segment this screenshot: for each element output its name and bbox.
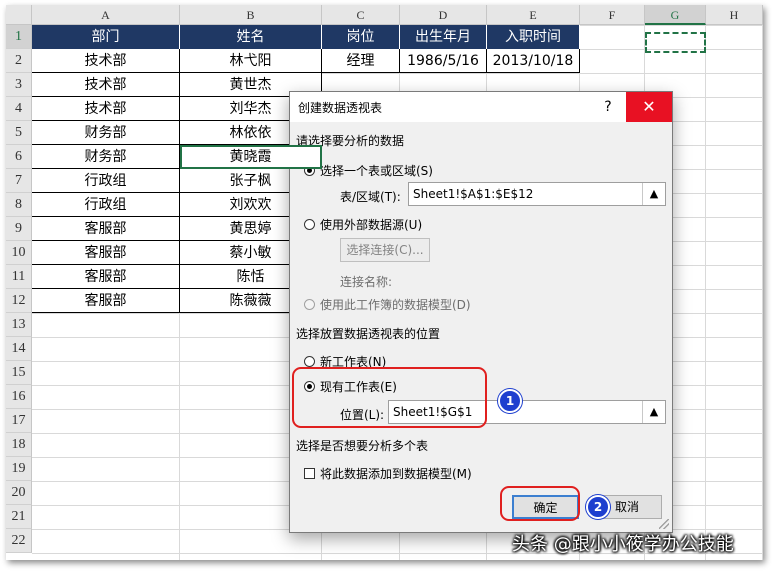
table-cell[interactable]: 技术部: [32, 73, 180, 97]
column-header[interactable]: A: [32, 5, 180, 25]
column-header[interactable]: C: [322, 5, 400, 25]
connection-name-label: 连接名称:: [340, 275, 393, 289]
radio-disabled-icon: [304, 299, 315, 310]
option-external-label: 使用外部数据源(U): [320, 218, 423, 232]
add-to-data-model-checkbox[interactable]: 将此数据添加到数据模型(M): [304, 465, 472, 482]
dialog-title-bar: 创建数据透视表 ? ✕: [290, 92, 672, 122]
option-external-source[interactable]: 使用外部数据源(U): [304, 216, 422, 233]
table-cell[interactable]: 财务部: [32, 145, 180, 169]
table-cell[interactable]: 客服部: [32, 241, 180, 265]
table-cell[interactable]: 行政组: [32, 193, 180, 217]
row-header[interactable]: 21: [6, 505, 32, 529]
step-badge-2: 2: [586, 495, 610, 519]
row-header[interactable]: 22: [6, 529, 32, 553]
choose-connection-button[interactable]: 选择连接(C)...: [340, 238, 430, 262]
dialog-title: 创建数据透视表: [298, 101, 383, 115]
table-cell[interactable]: 行政组: [32, 169, 180, 193]
row-header[interactable]: 2: [6, 49, 32, 73]
section-location: 选择放置数据透视表的位置: [296, 327, 441, 341]
option-data-model: 使用此工作簿的数据模型(D): [304, 296, 471, 313]
row-header[interactable]: 12: [6, 289, 32, 313]
row-header[interactable]: 16: [6, 385, 32, 409]
column-header[interactable]: B: [180, 5, 322, 25]
header-cell[interactable]: 出生年月: [400, 25, 487, 49]
table-cell[interactable]: 1986/5/16: [400, 49, 487, 73]
column-header[interactable]: G: [645, 5, 706, 25]
row-header[interactable]: 7: [6, 169, 32, 193]
row-header[interactable]: 5: [6, 121, 32, 145]
section-multiple-tables: 选择是否想要分析多个表: [296, 439, 429, 453]
ok-button-highlight: [500, 486, 580, 521]
radio-unselected-icon[interactable]: [304, 356, 315, 367]
column-header[interactable]: H: [706, 5, 763, 25]
table-cell[interactable]: 黄晓霞: [180, 145, 322, 169]
header-cell[interactable]: 岗位: [322, 25, 400, 49]
row-header[interactable]: 14: [6, 337, 32, 361]
table-range-label: 表/区域(T):: [340, 190, 401, 204]
row-header[interactable]: 18: [6, 433, 32, 457]
table-cell[interactable]: 财务部: [32, 121, 180, 145]
collapse-arrow-icon[interactable]: ▲: [642, 183, 665, 205]
row-header[interactable]: 15: [6, 361, 32, 385]
gridline: [762, 25, 763, 560]
table-cell[interactable]: 客服部: [32, 289, 180, 313]
select-all-corner[interactable]: [6, 5, 32, 25]
row-header[interactable]: 10: [6, 241, 32, 265]
option-table-range-label: 选择一个表或区域(S): [320, 164, 433, 178]
collapse-arrow-icon[interactable]: ▲: [642, 401, 665, 423]
excel-window: A B C D E F G H 1 2 3 4 5 6 7 8 9 10 11 12 13 14 15 16 17 18 19 20 2…: [6, 5, 763, 560]
step-badge-1: 1: [498, 389, 522, 413]
row-header[interactable]: 9: [6, 217, 32, 241]
row-header[interactable]: 17: [6, 409, 32, 433]
table-cell[interactable]: 技术部: [32, 49, 180, 73]
row-header[interactable]: 4: [6, 97, 32, 121]
copy-marquee-g1: [645, 32, 706, 53]
existing-sheet-highlight: [292, 367, 487, 428]
table-cell[interactable]: 客服部: [32, 265, 180, 289]
header-cell[interactable]: 入职时间: [487, 25, 580, 49]
gridline: [705, 25, 706, 560]
column-header[interactable]: E: [487, 5, 580, 25]
create-pivottable-dialog: 创建数据透视表 ? ✕ 请选择要分析的数据 选择一个表或区域(S) 表/区域(T…: [289, 91, 673, 533]
row-header[interactable]: 13: [6, 313, 32, 337]
watermark: 头条 @跟小小筱学办公技能: [512, 534, 734, 555]
table-range-value: Sheet1!$A$1:$E$12: [413, 187, 534, 201]
checkbox-icon[interactable]: [304, 468, 315, 479]
help-button[interactable]: ?: [590, 92, 626, 122]
header-cell[interactable]: 姓名: [180, 25, 322, 49]
radio-unselected-icon[interactable]: [304, 219, 315, 230]
table-cell[interactable]: 林弋阳: [180, 49, 322, 73]
table-cell[interactable]: 客服部: [32, 217, 180, 241]
resize-grip-icon[interactable]: [659, 519, 669, 529]
row-header[interactable]: 19: [6, 457, 32, 481]
add-to-data-model-label: 将此数据添加到数据模型(M): [320, 467, 472, 481]
row-header[interactable]: 3: [6, 73, 32, 97]
header-cell[interactable]: 部门: [32, 25, 180, 49]
table-cell[interactable]: 技术部: [32, 97, 180, 121]
option-data-model-label: 使用此工作簿的数据模型(D): [320, 298, 471, 312]
table-cell[interactable]: 经理: [322, 49, 400, 73]
close-button[interactable]: ✕: [626, 92, 672, 122]
option-table-range[interactable]: 选择一个表或区域(S): [304, 162, 433, 179]
table-cell[interactable]: 2013/10/18: [487, 49, 580, 73]
row-header[interactable]: 8: [6, 193, 32, 217]
table-range-input[interactable]: Sheet1!$A$1:$E$12 ▲: [408, 182, 666, 206]
row-header[interactable]: 11: [6, 265, 32, 289]
row-header[interactable]: 1: [6, 25, 32, 49]
column-header[interactable]: D: [400, 5, 487, 25]
row-header[interactable]: 6: [6, 145, 32, 169]
column-header[interactable]: F: [580, 5, 645, 25]
row-header[interactable]: 20: [6, 481, 32, 505]
